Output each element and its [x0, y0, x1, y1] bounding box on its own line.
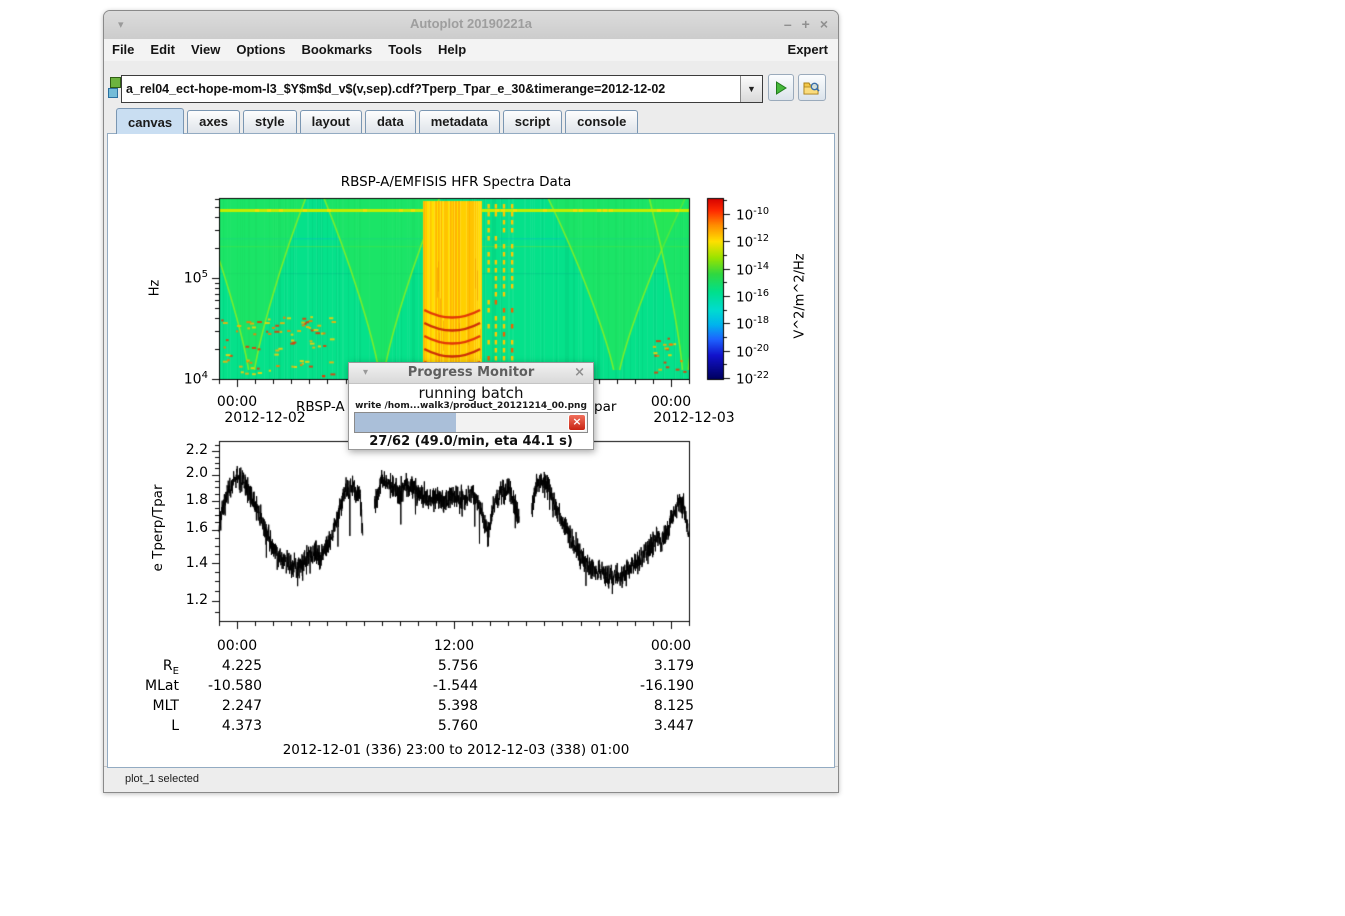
- status-bar: plot_1 selected: [104, 766, 838, 792]
- ephemeris-value: 3.447: [599, 718, 694, 734]
- window-title: Autoplot 20190221a: [104, 16, 838, 31]
- time-axis-tick-label: 12:00: [434, 638, 474, 654]
- colorbar-tick-label: 10-18: [736, 315, 769, 333]
- plot1-time-label: 00:00: [651, 394, 691, 410]
- colorbar-tick-label: 10-16: [736, 288, 769, 306]
- desktop: ▾ Autoplot 20190221a –+× FileEditViewOpt…: [0, 0, 1345, 916]
- tab-bar: canvasaxesstylelayoutdatametadatascriptc…: [104, 107, 838, 133]
- colorbar-tick-label: 10-12: [736, 233, 769, 251]
- colorbar-tick-label: 10-14: [736, 261, 769, 279]
- menu-bookmarks[interactable]: Bookmarks: [293, 39, 380, 57]
- progress-monitor-dialog[interactable]: ▾ Progress Monitor × running batch write…: [348, 362, 594, 450]
- progress-bar-fill: [355, 413, 456, 432]
- menu-help[interactable]: Help: [430, 39, 474, 57]
- plot2-context-fragment-left: RBSP-A: [296, 400, 345, 416]
- tab-style[interactable]: style: [243, 110, 297, 133]
- progress-task-label: running batch: [349, 384, 593, 402]
- menu-bar: FileEditViewOptionsBookmarksToolsHelp Ex…: [104, 39, 838, 61]
- tab-data[interactable]: data: [365, 110, 416, 133]
- tab-canvas[interactable]: canvas: [116, 108, 184, 134]
- tab-script[interactable]: script: [503, 110, 562, 133]
- canvas-panel: RBSP-A/EMFISIS HFR Spectra Data Hz 105 10…: [107, 133, 835, 768]
- menu-options[interactable]: Options: [228, 39, 293, 57]
- uri-combobox[interactable]: ▼: [121, 75, 763, 103]
- plot2-ylabel: e Tperp/Tpar: [151, 484, 167, 571]
- progress-dialog-titlebar[interactable]: ▾ Progress Monitor ×: [349, 363, 593, 384]
- play-icon: [773, 80, 789, 96]
- ephemeris-value: 4.373: [167, 718, 262, 734]
- ephemeris-value: 3.179: [599, 658, 694, 674]
- chevron-down-icon: ▼: [747, 84, 756, 94]
- freq-tick-label: 105: [166, 269, 208, 287]
- colorbar-tick-label: 10-20: [736, 343, 769, 361]
- minimize-button[interactable]: –: [784, 16, 792, 32]
- plot2-ytick-label: 1.2: [166, 592, 208, 608]
- window-controls: –+ ×: [774, 16, 828, 32]
- ephemeris-value: 5.398: [383, 698, 478, 714]
- ephemeris-value: -16.190: [599, 678, 694, 694]
- ephemeris-value: 4.225: [167, 658, 262, 674]
- status-text: plot_1 selected: [125, 773, 199, 785]
- address-toolbar: ▼: [104, 61, 838, 108]
- tab-metadata[interactable]: metadata: [419, 110, 500, 133]
- ephemeris-value: 8.125: [599, 698, 694, 714]
- close-button[interactable]: ×: [820, 16, 828, 32]
- menu-tools[interactable]: Tools: [380, 39, 430, 57]
- expert-menu[interactable]: Expert: [788, 42, 828, 57]
- colorbar-tick-label: 10-10: [736, 206, 769, 224]
- uri-dropdown-button[interactable]: ▼: [740, 76, 762, 102]
- dialog-close-icon[interactable]: ×: [574, 365, 585, 380]
- plot1-time-label: 00:00: [217, 394, 257, 410]
- plot2-ytick-label: 1.8: [166, 492, 208, 508]
- progress-status-label: 27/62 (49.0/min, eta 44.1 s): [349, 434, 593, 449]
- plot-title: RBSP-A/EMFISIS HFR Spectra Data: [341, 175, 572, 191]
- uri-input[interactable]: [122, 76, 740, 102]
- time-range-footer: 2012-12-01 (336) 23:00 to 2012-12-03 (33…: [283, 743, 630, 759]
- menu-file[interactable]: File: [104, 39, 142, 57]
- plot2-ytick-label: 1.4: [166, 555, 208, 571]
- plot2-ytick-label: 1.6: [166, 520, 208, 536]
- plot1-date-label: 2012-12-03: [653, 410, 734, 426]
- progress-dialog-title: Progress Monitor: [349, 365, 593, 380]
- datasource-type-icon: [108, 77, 122, 99]
- plot2-context-fragment-right: par: [594, 400, 616, 416]
- plot-canvas-area[interactable]: RBSP-A/EMFISIS HFR Spectra Data Hz 105 10…: [110, 138, 832, 765]
- progress-stop-button[interactable]: ×: [568, 414, 586, 431]
- ephemeris-value: -10.580: [167, 678, 262, 694]
- autoplot-window: ▾ Autoplot 20190221a –+× FileEditViewOpt…: [103, 10, 839, 793]
- colorbar-tick-label: 10-22: [736, 370, 769, 388]
- ephemeris-value: 5.760: [383, 718, 478, 734]
- freq-tick-label: 104: [166, 370, 208, 388]
- ephemeris-value: 2.247: [167, 698, 262, 714]
- folder-search-icon: [803, 80, 821, 96]
- time-axis-tick-label: 00:00: [651, 638, 691, 654]
- menu-edit[interactable]: Edit: [142, 39, 183, 57]
- colorbar-label: V^2/m^2/Hz: [794, 253, 809, 338]
- plot1-ylabel: Hz: [149, 280, 164, 297]
- tab-axes[interactable]: axes: [187, 110, 240, 133]
- ephemeris-value: -1.544: [383, 678, 478, 694]
- progress-detail-label: write /hom...walk3/product_20121214_00.p…: [349, 401, 593, 411]
- ephemeris-value: 5.756: [383, 658, 478, 674]
- window-titlebar[interactable]: ▾ Autoplot 20190221a –+×: [104, 11, 838, 40]
- plot2-ytick-label: 2.2: [166, 442, 208, 458]
- time-axis-tick-label: 00:00: [217, 638, 257, 654]
- go-button[interactable]: [768, 74, 794, 101]
- tab-layout[interactable]: layout: [300, 110, 362, 133]
- maximize-button[interactable]: +: [802, 16, 810, 32]
- inspect-uri-button[interactable]: [798, 74, 826, 101]
- plot1-date-label: 2012-12-02: [224, 410, 305, 426]
- plot2-ytick-label: 2.0: [166, 465, 208, 481]
- menu-view[interactable]: View: [183, 39, 228, 57]
- progress-bar: ×: [354, 412, 588, 433]
- tab-console[interactable]: console: [565, 110, 638, 133]
